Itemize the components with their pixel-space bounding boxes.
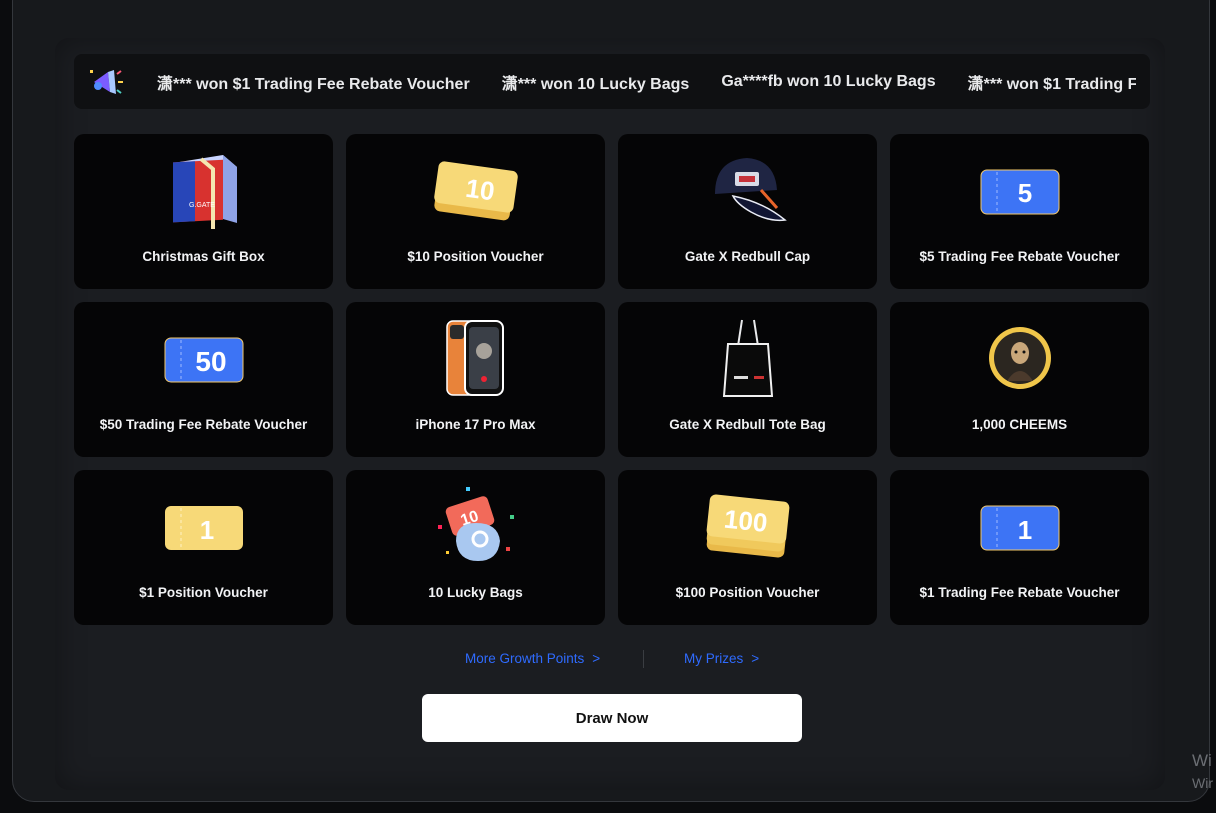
chevron-right-icon: > — [592, 651, 601, 666]
prize-card[interactable]: 10 $10 Position Voucher — [346, 134, 605, 289]
watermark-line: Wir — [1192, 775, 1213, 791]
ticker-message: Ga****fb won 10 Lucky Bags — [721, 72, 936, 90]
megaphone-icon — [90, 70, 123, 94]
more-growth-points-label: More Growth Points — [465, 651, 585, 666]
blue-voucher-icon: 5 — [980, 169, 1059, 215]
prize-card[interactable]: 1,000 CHEEMS — [890, 302, 1149, 457]
ticker-message: 潇*** won $1 Trading Fee Rebate Voucher — [157, 75, 470, 93]
prize-card[interactable]: iPhone 17 Pro Max — [346, 302, 605, 457]
prize-card[interactable]: Gate X Redbull Tote Bag — [618, 302, 877, 457]
voucher-value: 1 — [1017, 515, 1031, 545]
lucky-bag-icon: 10 — [437, 487, 514, 561]
gift-box-icon: G.GATE — [172, 155, 237, 229]
prize-card[interactable]: Gate X Redbull Cap — [618, 134, 877, 289]
prize-name: $10 Position Voucher — [407, 249, 544, 264]
coin-icon — [988, 327, 1051, 389]
prize-name: $100 Position Voucher — [675, 585, 820, 600]
prize-name: $50 Trading Fee Rebate Voucher — [99, 417, 308, 432]
voucher-value: 50 — [195, 346, 226, 377]
blue-voucher-icon: 50 — [164, 337, 243, 383]
prize-name: $5 Trading Fee Rebate Voucher — [919, 249, 1120, 264]
voucher-value: 100 — [722, 504, 768, 538]
my-prizes-link[interactable]: My Prizes > — [684, 651, 759, 666]
prize-card[interactable]: 50 $50 Trading Fee Rebate Voucher — [74, 302, 333, 457]
gold-voucher-icon: 100 — [706, 494, 789, 558]
prize-name: Gate X Redbull Cap — [684, 249, 811, 264]
svg-text:G.GATE: G.GATE — [189, 202, 215, 209]
chevron-right-icon: > — [751, 651, 760, 666]
ticker-message: 潇*** won 10 Lucky Bags — [501, 75, 690, 93]
prize-name: 10 Lucky Bags — [428, 585, 523, 600]
more-growth-points-link[interactable]: More Growth Points > — [465, 651, 600, 666]
ticker-message: 潇*** won $1 Trading Fee Rel — [967, 75, 1136, 93]
prize-name: 1,000 CHEEMS — [971, 417, 1068, 432]
voucher-value: 10 — [463, 173, 496, 207]
prize-grid: G.GATE Christmas Gift Box 10 $10 Positio… — [74, 134, 1149, 625]
blue-voucher-icon: 1 — [980, 505, 1059, 551]
gold-voucher-icon: 1 — [164, 506, 243, 550]
phone-icon — [445, 320, 504, 396]
voucher-value: 1 — [199, 515, 213, 545]
cap-icon — [714, 158, 787, 222]
prize-name: Christmas Gift Box — [142, 249, 265, 264]
watermark-line: Wi — [1192, 751, 1212, 770]
prize-card[interactable]: 5 $5 Trading Fee Rebate Voucher — [890, 134, 1149, 289]
gold-voucher-icon: 10 — [433, 161, 518, 221]
prize-name: $1 Trading Fee Rebate Voucher — [919, 585, 1120, 600]
tote-bag-icon — [722, 319, 773, 397]
windows-activation-watermark: Wi Wir — [1192, 750, 1213, 794]
prize-card[interactable]: 100 $100 Position Voucher — [618, 470, 877, 625]
prize-name: iPhone 17 Pro Max — [415, 417, 536, 432]
link-divider — [643, 650, 644, 668]
prize-name: $1 Position Voucher — [139, 585, 268, 600]
footer-links: More Growth Points > My Prizes > — [0, 650, 1216, 670]
winner-ticker: 潇*** won $1 Trading Fee Rebate Voucher 潇… — [74, 54, 1150, 109]
draw-now-button[interactable]: Draw Now — [422, 694, 802, 742]
my-prizes-label: My Prizes — [684, 651, 744, 666]
prize-card[interactable]: 1 $1 Position Voucher — [74, 470, 333, 625]
prize-card[interactable]: G.GATE Christmas Gift Box — [74, 134, 333, 289]
prize-card[interactable]: 10 10 Lucky Bags — [346, 470, 605, 625]
prize-card[interactable]: 1 $1 Trading Fee Rebate Voucher — [890, 470, 1149, 625]
prize-name: Gate X Redbull Tote Bag — [669, 417, 826, 432]
voucher-value: 5 — [1017, 178, 1031, 208]
